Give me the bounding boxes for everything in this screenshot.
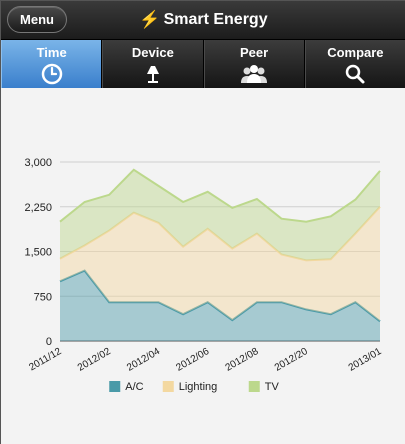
lamp-icon <box>142 63 164 85</box>
y-tick-label: 2,250 <box>24 202 52 214</box>
tab-time[interactable]: Time <box>1 40 103 88</box>
x-tick-label: 2012/04 <box>125 346 162 374</box>
tab-time-label: Time <box>36 45 67 60</box>
people-icon <box>239 63 269 85</box>
x-tick-label: 2012/20 <box>273 346 310 374</box>
menu-button[interactable]: Menu <box>7 6 67 33</box>
tab-device-label: Device <box>131 45 174 60</box>
tab-compare-label: Compare <box>327 45 384 60</box>
lightning-icon: ⚡ <box>139 9 161 29</box>
x-tick-label: 2012/02 <box>76 346 113 374</box>
tab-peer[interactable]: Peer <box>203 40 305 88</box>
chart-legend: A/C Lighting TV <box>109 381 279 393</box>
y-tick-label: 3,000 <box>24 157 52 169</box>
legend-label: Lighting <box>179 381 218 393</box>
y-tick-label: 1,500 <box>24 247 52 259</box>
y-tick-label: 0 <box>46 336 52 348</box>
x-tick-label: 2012/08 <box>224 346 261 374</box>
y-tick-label: 750 <box>34 291 52 303</box>
tab-bar: Time Device Peer Compare <box>1 40 405 88</box>
legend-swatch <box>248 381 260 392</box>
x-axis: 2011/12 2012/02 2012/04 2012/06 2012/08 2012/… <box>27 346 384 374</box>
tab-peer-label: Peer <box>240 45 269 60</box>
energy-area-chart: 0 750 1,500 2,250 3,000 2011/12 2012/02 2012/0… <box>24 157 384 393</box>
legend-swatch <box>109 381 121 392</box>
x-tick-label: 2011/12 <box>27 346 64 373</box>
app-title-text: Smart Energy <box>163 10 268 28</box>
search-icon <box>344 63 366 85</box>
tab-compare[interactable]: Compare <box>304 40 405 88</box>
clock-icon <box>41 63 63 85</box>
x-tick-label: 2012/06 <box>174 346 211 374</box>
header-bar: ⚡ Smart Energy Menu <box>1 1 405 40</box>
legend-label: TV <box>265 381 280 393</box>
legend-label: A/C <box>125 381 143 393</box>
chart-areas <box>59 168 381 341</box>
x-tick-label: 2013/01 <box>347 346 384 374</box>
tab-device[interactable]: Device <box>102 40 204 88</box>
y-axis: 0 750 1,500 2,250 3,000 <box>24 157 52 348</box>
legend-swatch <box>162 381 174 392</box>
